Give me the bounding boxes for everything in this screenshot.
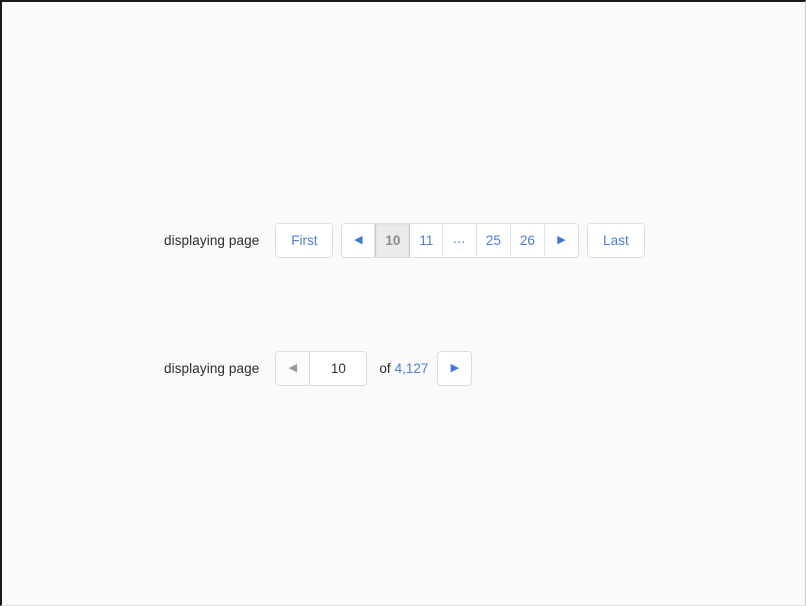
previous-page-button[interactable]: ◀ xyxy=(342,224,376,257)
page-number-button[interactable]: 26 xyxy=(510,224,545,257)
last-page-button[interactable]: Last xyxy=(587,224,644,257)
pagination-label: displaying page xyxy=(164,360,260,376)
total-pages-text: of 4,127 xyxy=(379,362,428,376)
page-stepper-group: ◀ xyxy=(275,351,368,386)
pagination-stepper: displaying page ◀ of 4,127 ▶ xyxy=(164,351,473,386)
page-frame: displaying page First ◀ 10 11 … 25 26 ▶ … xyxy=(0,0,806,606)
first-page-button[interactable]: First xyxy=(276,224,333,257)
page-number-button[interactable]: 25 xyxy=(476,224,511,257)
next-page-button[interactable]: ▶ xyxy=(437,351,473,386)
page-number-button[interactable]: 11 xyxy=(410,224,444,257)
last-page-group: Last xyxy=(586,223,645,258)
triangle-right-icon: ▶ xyxy=(557,234,566,246)
triangle-left-icon: ◀ xyxy=(354,234,363,246)
total-pages-value[interactable]: 4,127 xyxy=(395,361,429,376)
page-ellipsis: … xyxy=(443,224,477,257)
next-page-button[interactable]: ▶ xyxy=(544,224,578,257)
pagination-numbered: displaying page First ◀ 10 11 … 25 26 ▶ … xyxy=(164,223,645,258)
page-numbers-group: ◀ 10 11 … 25 26 ▶ xyxy=(341,223,579,258)
first-page-group: First xyxy=(275,223,334,258)
pagination-label: displaying page xyxy=(164,232,260,248)
page-number-input[interactable] xyxy=(309,352,367,385)
triangle-right-icon: ▶ xyxy=(450,362,460,374)
triangle-left-icon: ◀ xyxy=(288,362,298,374)
of-word: of xyxy=(379,360,391,376)
previous-page-button[interactable]: ◀ xyxy=(276,352,310,385)
page-number-button-current[interactable]: 10 xyxy=(375,224,411,257)
